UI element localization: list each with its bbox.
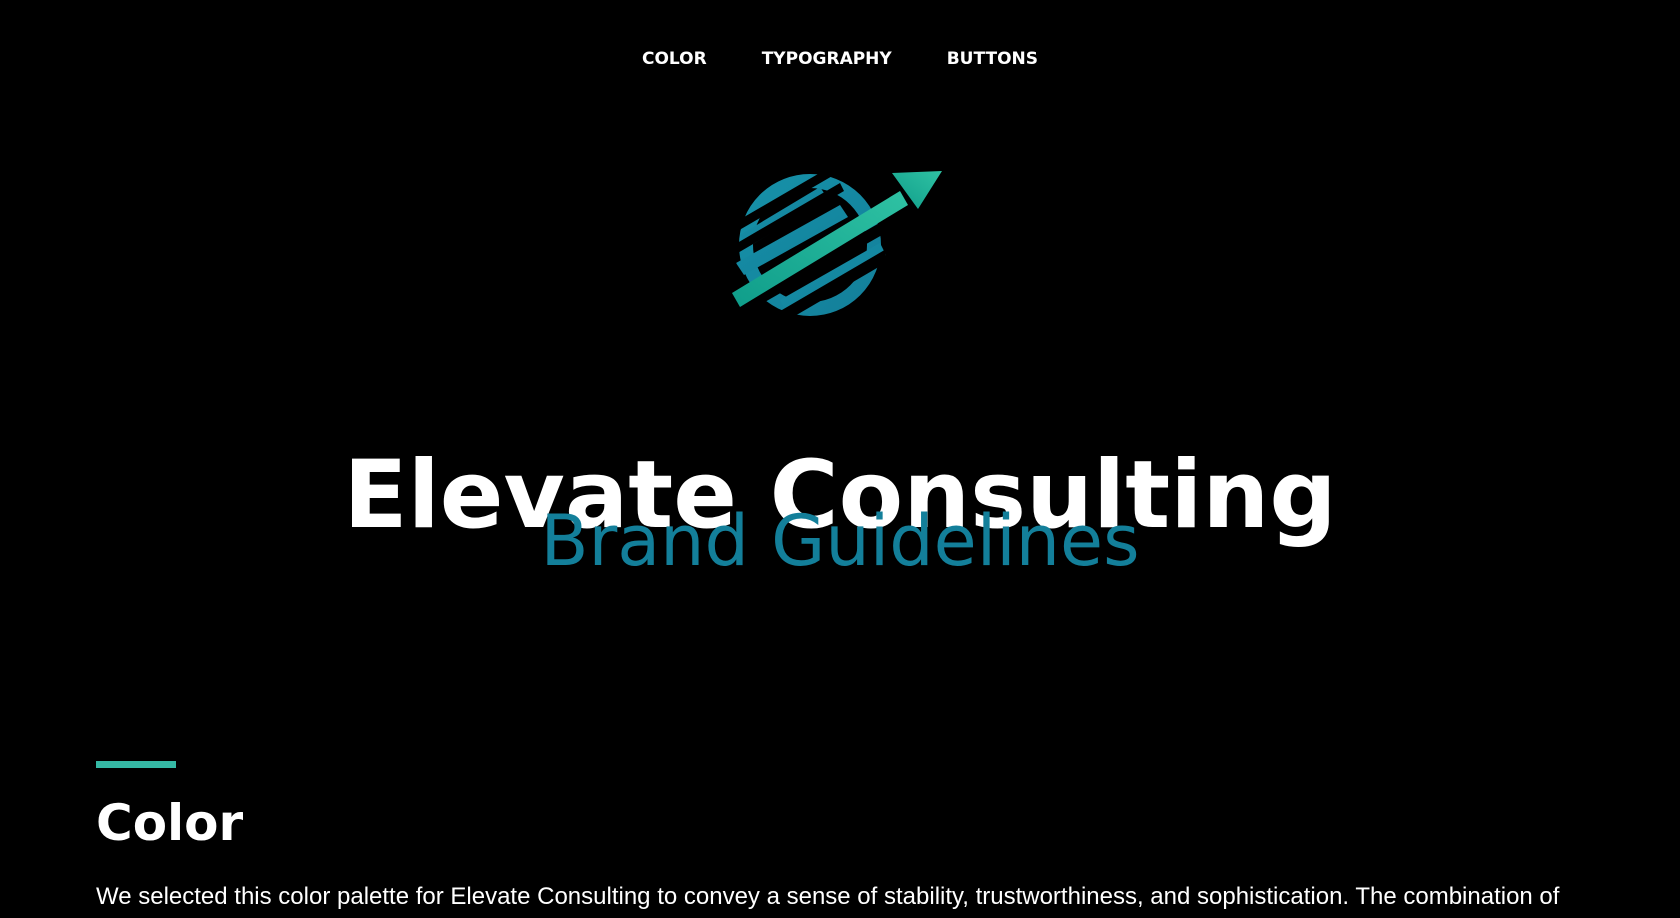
nav-link-buttons[interactable]: BUTTONS	[947, 46, 1038, 72]
elevate-logo-icon	[732, 169, 942, 321]
top-nav: COLOR TYPOGRAPHY BUTTONS	[0, 46, 1680, 72]
section-accent-bar	[96, 761, 176, 768]
hero-subtitle: Brand Guidelines	[540, 500, 1140, 582]
section-description: We selected this color palette for Eleva…	[96, 883, 1560, 910]
section-title-color: Color	[96, 794, 244, 852]
nav-link-color[interactable]: COLOR	[642, 46, 707, 72]
nav-link-typography[interactable]: TYPOGRAPHY	[762, 46, 892, 72]
